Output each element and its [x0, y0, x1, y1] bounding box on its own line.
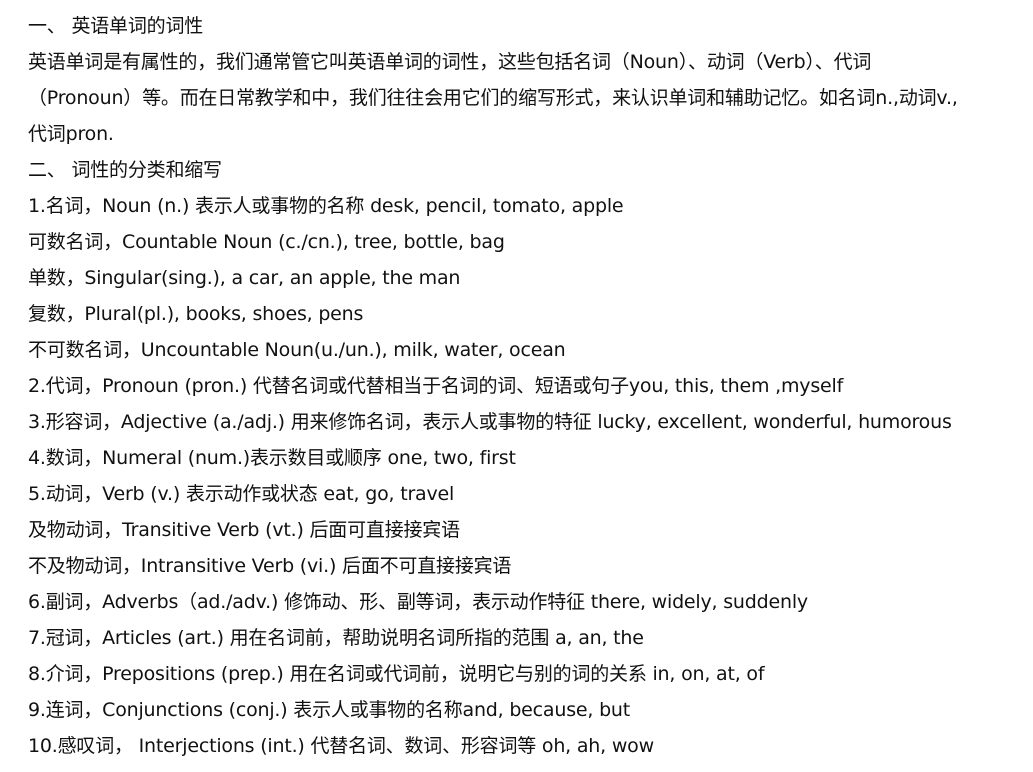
list-item-verb: 5.动词，Verb (v.) 表示动作或状态 eat, go, travel [28, 483, 455, 505]
list-item-transitive-verb: 及物动词，Transitive Verb (vt.) 后面可直接接宾语 [28, 519, 460, 541]
list-item-adverb: 6.副词，Adverbs（ad./adv.) 修饰动、形、副等词，表示动作特征 … [28, 591, 808, 613]
section-heading-1: 一、 英语单词的词性 [28, 15, 204, 37]
list-item-countable-noun: 可数名词，Countable Noun (c./cn.), tree, bott… [28, 231, 505, 253]
document-body: 一、 英语单词的词性 英语单词是有属性的，我们通常管它叫英语单词的词性，这些包括… [28, 8, 1023, 764]
list-item-adjective: 3.形容词，Adjective (a./adj.) 用来修饰名词，表示人或事物的… [28, 411, 952, 433]
list-item-article: 7.冠词，Articles (art.) 用在名词前，帮助说明名词所指的范围 a… [28, 627, 644, 649]
list-item-numeral: 4.数词，Numeral (num.)表示数目或顺序 one, two, fir… [28, 447, 516, 469]
list-item-uncountable-noun: 不可数名词，Uncountable Noun(u./un.), milk, wa… [28, 339, 566, 361]
list-item-noun: 1.名词，Noun (n.) 表示人或事物的名称 desk, pencil, t… [28, 195, 624, 217]
list-item-singular: 单数，Singular(sing.), a car, an apple, the… [28, 267, 461, 289]
list-item-intransitive-verb: 不及物动词，Intransitive Verb (vi.) 后面不可直接接宾语 [28, 555, 512, 577]
intro-line-2: （Pronoun）等。而在日常教学和中，我们往往会用它们的缩写形式，来认识单词和… [28, 87, 958, 109]
list-item-conjunction: 9.连词，Conjunctions (conj.) 表示人或事物的名称and, … [28, 699, 631, 721]
list-item-interjection: 10.感叹词， Interjections (int.) 代替名词、数词、形容词… [28, 735, 654, 757]
list-item-pronoun: 2.代词，Pronoun (pron.) 代替名词或代替相当于名词的词、短语或句… [28, 375, 844, 397]
intro-line-1: 英语单词是有属性的，我们通常管它叫英语单词的词性，这些包括名词（Noun）、动词… [28, 51, 872, 73]
intro-line-3: 代词pron. [28, 123, 114, 145]
list-item-preposition: 8.介词，Prepositions (prep.) 用在名词或代词前，说明它与别… [28, 663, 765, 685]
section-heading-2: 二、 词性的分类和缩写 [28, 159, 222, 181]
list-item-plural: 复数，Plural(pl.), books, shoes, pens [28, 303, 364, 325]
